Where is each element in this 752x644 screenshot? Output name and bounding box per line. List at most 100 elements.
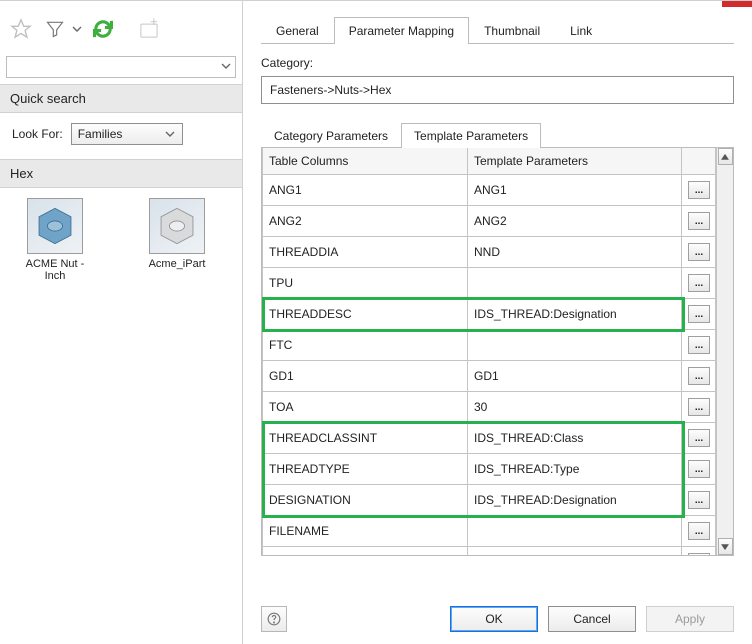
category-field[interactable]: Fasteners->Nuts->Hex [261,76,734,104]
table-row[interactable]: MATERIALProject:Material... [263,547,716,556]
cell-table-column[interactable]: ANG2 [263,206,468,237]
cell-action: ... [682,330,716,361]
refresh-icon[interactable] [88,14,118,44]
family-thumbnails: ACME Nut - Inch Acme_iPart [0,188,242,292]
left-toolbar [0,1,242,56]
cell-template-parameter[interactable]: IDS_THREAD:Type [468,454,682,485]
cell-table-column[interactable]: ANG1 [263,175,468,206]
cell-template-parameter[interactable] [468,330,682,361]
ellipsis-button[interactable]: ... [688,367,710,385]
ellipsis-button[interactable]: ... [688,553,710,555]
cell-template-parameter[interactable]: 30 [468,392,682,423]
ellipsis-button[interactable]: ... [688,274,710,292]
ellipsis-button[interactable]: ... [688,429,710,447]
hex-nut-blue-icon [27,198,83,254]
category-label: Category: [261,56,734,70]
tab-thumbnail[interactable]: Thumbnail [469,17,555,44]
look-for-label: Look For: [12,127,63,141]
cell-action: ... [682,175,716,206]
cell-template-parameter[interactable]: Project:Material [468,547,682,556]
cell-table-column[interactable]: THREADCLASSINT [263,423,468,454]
table-row[interactable]: THREADDIANND... [263,237,716,268]
favorite-icon[interactable] [6,14,36,44]
col-header-template-parameters[interactable]: Template Parameters [468,148,682,175]
table-row[interactable]: FTC... [263,330,716,361]
family-section-header: Hex [0,159,242,188]
cell-action: ... [682,237,716,268]
ellipsis-button[interactable]: ... [688,460,710,478]
tab-parameter-mapping[interactable]: Parameter Mapping [334,17,469,44]
table-row[interactable]: GD1GD1... [263,361,716,392]
cell-table-column[interactable]: FTC [263,330,468,361]
new-item-icon[interactable] [134,14,164,44]
cell-table-column[interactable]: DESIGNATION [263,485,468,516]
apply-button: Apply [646,606,734,632]
look-for-dropdown[interactable]: Families [71,123,183,145]
col-header-action [682,148,716,175]
family-item-label: Acme_iPart [149,258,206,270]
ok-button[interactable]: OK [450,606,538,632]
ellipsis-button[interactable]: ... [688,522,710,540]
ellipsis-button[interactable]: ... [688,243,710,261]
scroll-up-arrow-icon[interactable] [718,148,733,165]
cell-table-column[interactable]: TOA [263,392,468,423]
ellipsis-button[interactable]: ... [688,398,710,416]
chevron-down-icon [162,125,178,143]
left-panel: Quick search Look For: Families Hex ACME [0,1,243,644]
ellipsis-button[interactable]: ... [688,491,710,509]
table-row[interactable]: ANG1ANG1... [263,175,716,206]
table-row[interactable]: THREADCLASSINTIDS_THREAD:Class... [263,423,716,454]
breadcrumb-chevron-down-icon [221,60,231,74]
table-row[interactable]: THREADDESCIDS_THREAD:Designation... [263,299,716,330]
breadcrumb-bar[interactable] [6,56,236,78]
ellipsis-button[interactable]: ... [688,336,710,354]
cell-template-parameter[interactable]: IDS_THREAD:Class [468,423,682,454]
cell-table-column[interactable]: FILENAME [263,516,468,547]
cell-action: ... [682,392,716,423]
family-item-acme-ipart[interactable]: Acme_iPart [136,198,218,282]
cell-template-parameter[interactable]: GD1 [468,361,682,392]
cell-action: ... [682,454,716,485]
dialog-panel: General Parameter Mapping Thumbnail Link… [243,1,752,644]
cancel-button[interactable]: Cancel [548,606,636,632]
parameter-grid: Table Columns Template Parameters ANG1AN… [262,148,716,555]
cell-table-column[interactable]: THREADTYPE [263,454,468,485]
family-item-acme-nut[interactable]: ACME Nut - Inch [14,198,96,282]
help-button[interactable] [261,606,287,632]
ellipsis-button[interactable]: ... [688,212,710,230]
filter-icon[interactable] [40,14,70,44]
cell-table-column[interactable]: MATERIAL [263,547,468,556]
cell-table-column[interactable]: THREADDESC [263,299,468,330]
cell-template-parameter[interactable]: IDS_THREAD:Designation [468,485,682,516]
cell-table-column[interactable]: GD1 [263,361,468,392]
table-row[interactable]: THREADTYPEIDS_THREAD:Type... [263,454,716,485]
cell-template-parameter[interactable] [468,268,682,299]
table-row[interactable]: ANG2ANG2... [263,206,716,237]
cell-template-parameter[interactable] [468,516,682,547]
cell-template-parameter[interactable]: ANG2 [468,206,682,237]
table-row[interactable]: DESIGNATIONIDS_THREAD:Designation... [263,485,716,516]
cell-action: ... [682,361,716,392]
tab-general[interactable]: General [261,17,334,44]
tab-link[interactable]: Link [555,17,607,44]
table-row[interactable]: TPU... [263,268,716,299]
cell-table-column[interactable]: THREADDIA [263,237,468,268]
cell-action: ... [682,423,716,454]
tab-template-parameters[interactable]: Template Parameters [401,123,541,148]
cell-template-parameter[interactable]: IDS_THREAD:Designation [468,299,682,330]
inner-tabs: Category Parameters Template Parameters [261,122,734,147]
scroll-down-arrow-icon[interactable] [718,538,733,555]
table-row[interactable]: FILENAME... [263,516,716,547]
cell-table-column[interactable]: TPU [263,268,468,299]
cell-action: ... [682,485,716,516]
grid-vertical-scrollbar[interactable] [716,148,733,555]
table-row[interactable]: TOA30... [263,392,716,423]
ellipsis-button[interactable]: ... [688,181,710,199]
tab-category-parameters[interactable]: Category Parameters [261,123,401,148]
col-header-table-columns[interactable]: Table Columns [263,148,468,175]
ellipsis-button[interactable]: ... [688,305,710,323]
filter-dropdown-chevron-down-icon[interactable] [70,14,84,44]
cell-template-parameter[interactable]: NND [468,237,682,268]
cell-template-parameter[interactable]: ANG1 [468,175,682,206]
cell-action: ... [682,206,716,237]
